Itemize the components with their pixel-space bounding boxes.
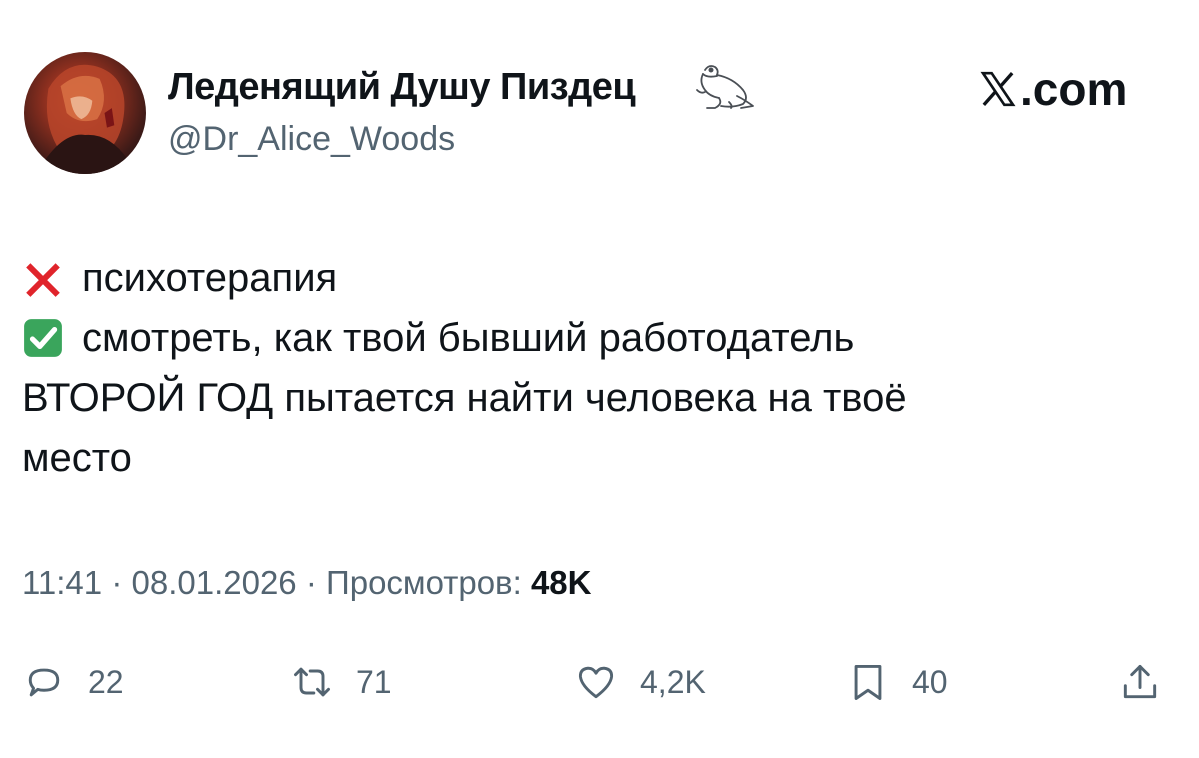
tweet-line-text: психотерапия (82, 256, 338, 300)
tweet-text: психотерапия смотреть, как твой бывший р… (22, 248, 1142, 488)
cross-mark-icon (26, 263, 60, 297)
views-label: Просмотров: (326, 564, 522, 601)
tweet-line: место (22, 428, 1142, 488)
reply-icon (28, 668, 60, 697)
tweet-time[interactable]: 11:41 (22, 564, 102, 601)
bookmark-button[interactable]: 40 (846, 652, 948, 712)
tweet-line: психотерапия (22, 248, 1142, 308)
check-mark-icon (24, 319, 62, 357)
meta-separator: · (305, 564, 317, 601)
like-count: 4,2K (640, 663, 706, 700)
x-com-logo: .com (978, 66, 1127, 112)
share-icon (1123, 664, 1157, 699)
x-logo-icon (980, 71, 1016, 107)
heart-icon (578, 666, 614, 699)
bookmark-icon (854, 664, 882, 700)
meta-separator: · (111, 564, 123, 601)
repost-button[interactable]: 71 (290, 652, 392, 712)
repost-icon (294, 667, 330, 697)
tweet-line: смотреть, как твой бывший работодатель (22, 308, 1142, 368)
reply-count: 22 (88, 663, 124, 700)
author-display-name[interactable]: Леденящий Душу Пиздец (168, 68, 636, 106)
action-bar: 22 71 4,2K 40 (0, 652, 1199, 712)
tweet-date[interactable]: 08.01.2026 (131, 564, 296, 601)
tweet-line-text: место (22, 436, 132, 480)
like-button[interactable]: 4,2K (574, 652, 706, 712)
tweet-line-text: ВТОРОЙ ГОД пытается найти человека на тв… (22, 376, 907, 420)
views-count[interactable]: 48K (531, 564, 592, 601)
frog-icon (696, 65, 754, 109)
tweet-card: Леденящий Душу Пиздец @Dr_Alice_Woods .c… (0, 0, 1199, 758)
author-handle[interactable]: @Dr_Alice_Woods (168, 122, 455, 156)
bookmark-count: 40 (912, 663, 948, 700)
avatar-image (36, 64, 137, 174)
avatar[interactable] (24, 52, 146, 174)
repost-count: 71 (356, 663, 392, 700)
share-button[interactable] (1118, 652, 1184, 712)
x-com-text: .com (1020, 63, 1128, 115)
tweet-line-text: смотреть, как твой бывший работодатель (82, 316, 855, 360)
reply-button[interactable]: 22 (22, 652, 124, 712)
tweet-line: ВТОРОЙ ГОД пытается найти человека на тв… (22, 368, 1142, 428)
tweet-meta: 11:41 · 08.01.2026 · Просмотров: 48K (22, 566, 591, 599)
